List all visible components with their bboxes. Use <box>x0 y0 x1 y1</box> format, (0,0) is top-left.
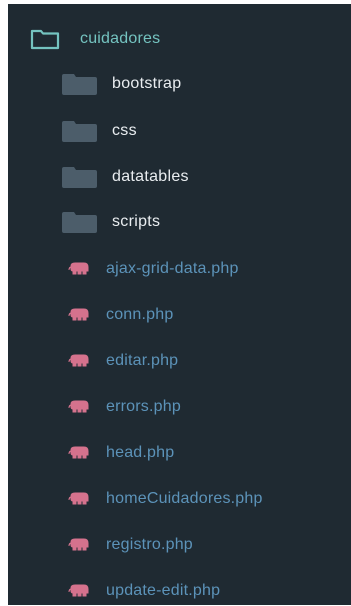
folder-item-datatables[interactable]: datatables <box>62 162 189 192</box>
php-elephant-icon <box>68 262 90 276</box>
file-label: ajax-grid-data.php <box>106 260 239 277</box>
folder-icon <box>62 120 97 142</box>
folder-icon <box>62 73 97 95</box>
php-elephant-icon <box>68 492 90 506</box>
file-item-errors[interactable]: errors.php <box>68 392 181 422</box>
file-label: update-edit.php <box>106 582 221 599</box>
php-elephant-icon <box>68 400 90 414</box>
file-item-update-edit[interactable]: update-edit.php <box>68 576 220 606</box>
file-label: homeCuidadores.php <box>106 490 263 507</box>
folder-item-css[interactable]: css <box>62 116 137 146</box>
folder-icon <box>62 166 97 188</box>
file-explorer-panel: cuidadores bootstrap css datatables scri… <box>8 4 351 605</box>
root-folder-item[interactable]: cuidadores <box>30 24 160 54</box>
php-elephant-icon <box>68 584 90 598</box>
file-label: editar.php <box>106 352 179 369</box>
php-elephant-icon <box>68 354 90 368</box>
file-item-conn[interactable]: conn.php <box>68 300 173 330</box>
php-elephant-icon <box>68 446 90 460</box>
file-label: conn.php <box>106 306 174 323</box>
folder-open-outline-icon <box>30 28 60 50</box>
php-elephant-icon <box>68 308 90 322</box>
file-item-ajax-grid-data[interactable]: ajax-grid-data.php <box>68 254 239 284</box>
file-item-homecuidadores[interactable]: homeCuidadores.php <box>68 484 263 514</box>
folder-label: datatables <box>112 168 189 185</box>
folder-item-bootstrap[interactable]: bootstrap <box>62 69 181 99</box>
file-item-registro[interactable]: registro.php <box>68 530 193 560</box>
php-elephant-icon <box>68 538 90 552</box>
folder-label: scripts <box>112 213 161 230</box>
folder-item-scripts[interactable]: scripts <box>62 207 160 237</box>
file-item-head[interactable]: head.php <box>68 438 174 468</box>
folder-label: bootstrap <box>112 75 182 92</box>
file-label: head.php <box>106 444 175 461</box>
file-label: errors.php <box>106 398 181 415</box>
folder-label: css <box>112 122 137 139</box>
file-item-editar[interactable]: editar.php <box>68 346 178 376</box>
root-folder-label: cuidadores <box>80 30 161 47</box>
folder-icon <box>62 211 97 233</box>
file-label: registro.php <box>106 536 193 553</box>
